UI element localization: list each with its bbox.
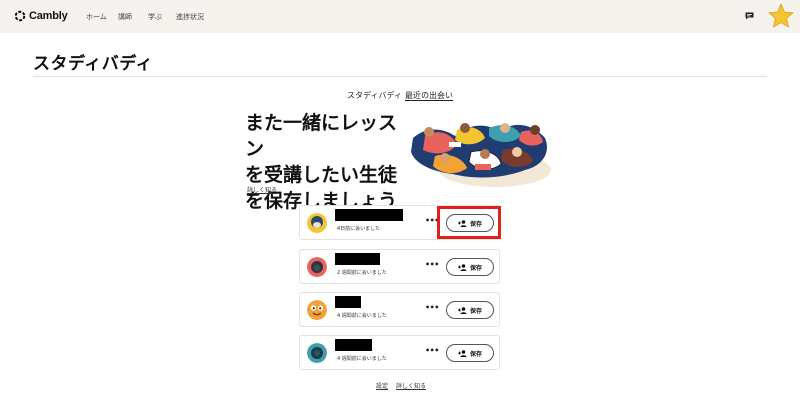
- save-button-label: 保存: [469, 307, 482, 315]
- save-student-button[interactable]: 保存: [446, 301, 494, 319]
- student-card: 4 週間前に会いました ••• 保存: [299, 335, 500, 370]
- student-card: 2 週間前に会いました ••• 保存: [299, 249, 500, 284]
- save-button-label: 保存: [469, 264, 482, 272]
- header-divider: [33, 76, 767, 77]
- more-options-icon[interactable]: •••: [425, 260, 439, 269]
- redacted-student-name: [335, 296, 361, 308]
- footer-learn-more-link[interactable]: 詳しく知る: [396, 381, 426, 390]
- more-options-icon[interactable]: •••: [425, 303, 439, 312]
- last-met-text: 4 週間前に会いました: [337, 356, 387, 362]
- brand-name: Cambly: [29, 10, 68, 22]
- add-user-icon: [457, 349, 467, 357]
- hero-headline: また一緒にレッスン を受講したい生徒 を保存しましょう: [245, 110, 405, 214]
- student-avatar: [307, 213, 327, 233]
- student-avatar: [307, 257, 327, 277]
- hero-headline-line: また一緒にレッスン: [245, 112, 398, 160]
- chat-bubble-icon[interactable]: [745, 12, 754, 20]
- student-avatar: [307, 343, 327, 363]
- tab-study-buddies[interactable]: スタディバディ: [347, 90, 402, 101]
- hero-learn-more-link[interactable]: 詳しく知る: [247, 185, 277, 194]
- star-icon[interactable]: [767, 2, 795, 30]
- last-met-text: 4 週間前に会いました: [337, 313, 387, 319]
- redacted-student-name: [335, 339, 372, 351]
- nav-learn[interactable]: 学ぶ: [148, 12, 162, 22]
- page-title: スタディバディ: [33, 54, 154, 74]
- redacted-student-name: [335, 209, 403, 221]
- tab-recent-encounters[interactable]: 最近の出会い: [405, 90, 453, 101]
- student-card: 4 週間前に会いました ••• 保存: [299, 292, 500, 327]
- nav-home[interactable]: ホーム: [86, 12, 107, 22]
- last-met-text: 4日前に会いました: [337, 226, 381, 232]
- cambly-logo-icon: [14, 10, 26, 22]
- more-options-icon[interactable]: •••: [425, 346, 439, 355]
- footer-settings-link[interactable]: 設定: [376, 381, 388, 390]
- nav-progress[interactable]: 進捗状況: [176, 12, 204, 22]
- save-student-button[interactable]: 保存: [446, 258, 494, 276]
- top-navigation-bar: Cambly ホーム 講師 学ぶ 進捗状況: [0, 0, 800, 33]
- cambly-logo[interactable]: Cambly: [14, 10, 68, 22]
- highlight-box: [437, 206, 501, 239]
- redacted-student-name: [335, 253, 380, 265]
- study-group-illustration: [411, 123, 551, 187]
- add-user-icon: [457, 306, 467, 314]
- student-avatar: [307, 300, 327, 320]
- nav-tutors[interactable]: 講師: [118, 12, 132, 22]
- add-user-icon: [457, 263, 467, 271]
- save-button-label: 保存: [469, 350, 482, 358]
- save-student-button[interactable]: 保存: [446, 344, 494, 362]
- last-met-text: 2 週間前に会いました: [337, 270, 387, 276]
